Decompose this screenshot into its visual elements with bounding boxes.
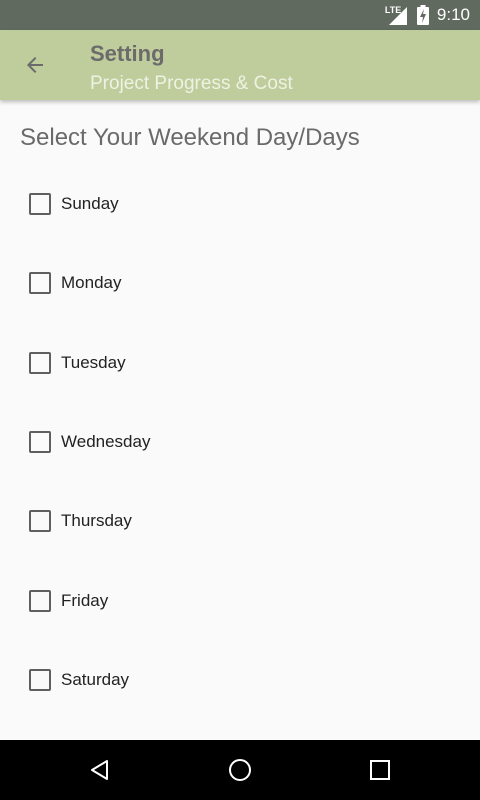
lte-signal-icon: LTE — [385, 3, 409, 27]
day-label: Thursday — [61, 511, 132, 530]
nav-home-button[interactable] — [220, 750, 260, 790]
day-label: Sunday — [61, 194, 119, 213]
checkbox[interactable] — [29, 193, 51, 215]
nav-back-button[interactable] — [80, 750, 120, 790]
checkbox[interactable] — [29, 510, 51, 532]
day-label: Saturday — [61, 670, 130, 689]
checkbox[interactable] — [29, 272, 51, 294]
day-label: Tuesday — [61, 353, 126, 372]
checkbox[interactable] — [29, 669, 51, 691]
clock: 9:10 — [436, 5, 470, 24]
recents-square-icon — [370, 760, 390, 780]
day-option-saturday[interactable]: Saturday — [20, 656, 460, 704]
day-option-monday[interactable]: Monday — [20, 259, 460, 307]
status-bar: LTE 9:10 — [0, 0, 480, 30]
home-circle-icon — [229, 759, 251, 781]
status-icons: LTE 9:10 — [385, 0, 470, 30]
back-triangle-icon — [91, 760, 108, 780]
day-option-thursday[interactable]: Thursday — [20, 497, 460, 545]
battery-charging-icon — [416, 5, 429, 25]
section-heading: Select Your Weekend Day/Days — [20, 124, 360, 151]
app-title: Setting — [90, 41, 165, 66]
nav-recents-button[interactable] — [360, 750, 400, 790]
day-label: Monday — [61, 273, 122, 292]
day-option-tuesday[interactable]: Tuesday — [20, 339, 460, 387]
app-bar: Setting Project Progress & Cost — [0, 30, 480, 100]
day-option-sunday[interactable]: Sunday — [20, 180, 460, 228]
day-option-friday[interactable]: Friday — [20, 577, 460, 625]
navigation-bar — [0, 740, 480, 800]
checkbox[interactable] — [29, 431, 51, 453]
back-button[interactable] — [15, 45, 55, 85]
day-option-wednesday[interactable]: Wednesday — [20, 418, 460, 466]
checkbox[interactable] — [29, 352, 51, 374]
arrow-back-icon — [27, 57, 43, 73]
app-subtitle: Project Progress & Cost — [90, 73, 293, 94]
day-label: Friday — [61, 591, 109, 610]
checkbox[interactable] — [29, 590, 51, 612]
day-label: Wednesday — [61, 432, 151, 451]
